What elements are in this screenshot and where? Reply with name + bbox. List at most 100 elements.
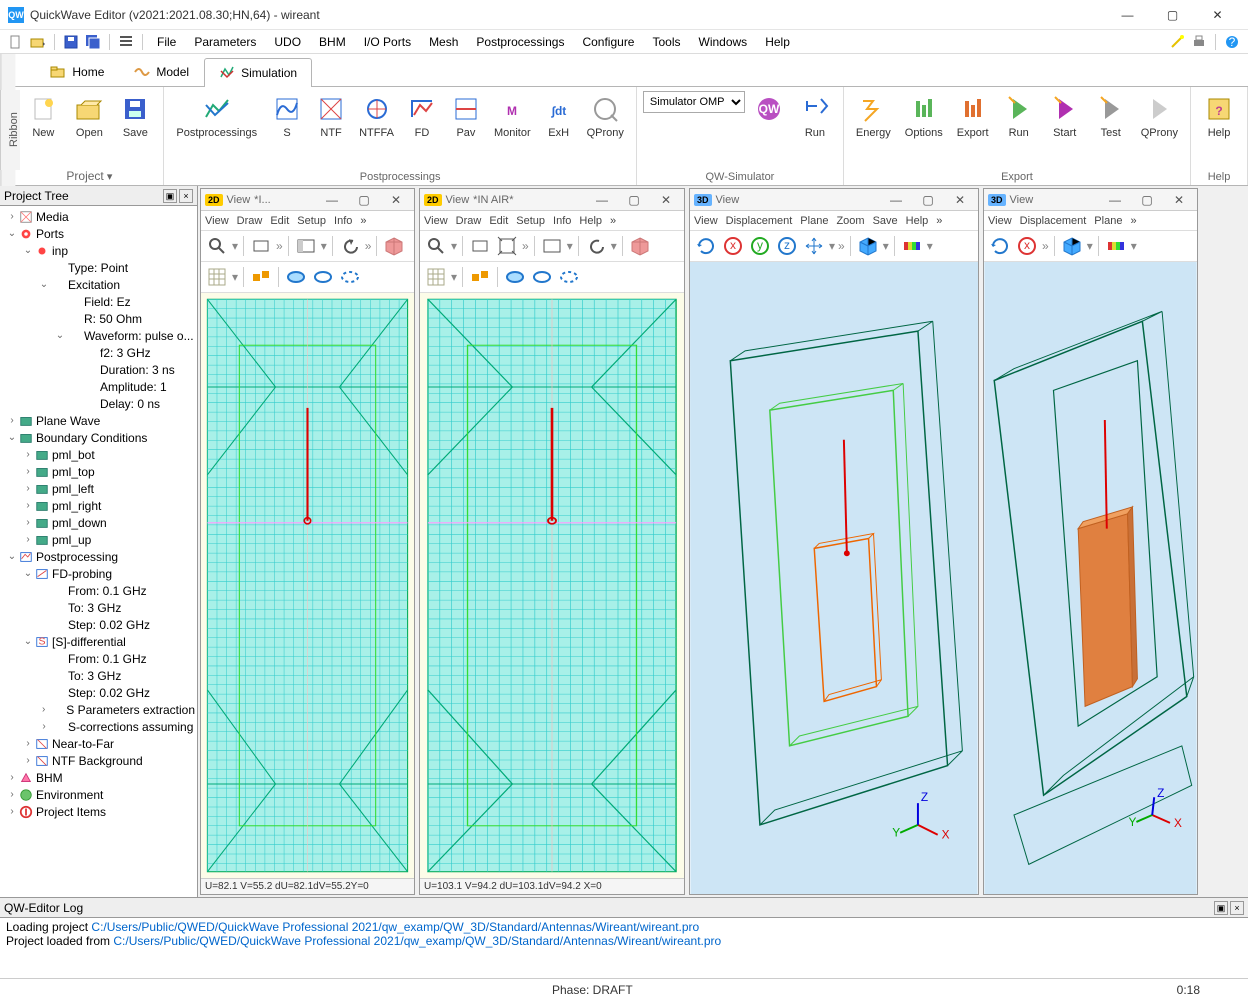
fd-button[interactable]: FD bbox=[400, 91, 444, 141]
undo-icon[interactable] bbox=[338, 234, 362, 258]
tree-node[interactable]: To: 3 GHz bbox=[2, 599, 195, 616]
view-canvas[interactable]: XYZ bbox=[690, 262, 978, 894]
qprony-button[interactable]: QProny bbox=[1135, 91, 1184, 141]
view-menu-more[interactable]: » bbox=[610, 215, 616, 227]
tree-node[interactable]: ⌄Boundary Conditions bbox=[2, 429, 195, 446]
z-axis-icon[interactable]: z bbox=[775, 234, 799, 258]
tree-node[interactable]: ›pml_left bbox=[2, 480, 195, 497]
rotate-icon[interactable] bbox=[988, 234, 1012, 258]
qprony-button[interactable]: QProny bbox=[581, 91, 630, 141]
simulator-select[interactable]: Simulator OMP bbox=[643, 91, 745, 113]
menu-bhm[interactable]: BHM bbox=[311, 33, 354, 51]
view-menu-setup[interactable]: Setup bbox=[516, 215, 545, 227]
view-menu-zoom[interactable]: Zoom bbox=[836, 215, 864, 227]
test-button[interactable]: Test bbox=[1089, 91, 1133, 141]
tree-node[interactable]: Amplitude: 1 bbox=[2, 378, 195, 395]
ribbon-tab-home[interactable]: Home bbox=[35, 57, 119, 86]
shapes-icon[interactable] bbox=[249, 265, 273, 289]
view-menu-help[interactable]: Help bbox=[579, 215, 602, 227]
tree-node[interactable]: ›Project Items bbox=[2, 803, 195, 820]
save-icon[interactable] bbox=[63, 34, 79, 50]
view-canvas[interactable]: XYZ bbox=[984, 262, 1197, 894]
y-axis-icon[interactable]: y bbox=[748, 234, 772, 258]
menu-udo[interactable]: UDO bbox=[266, 33, 309, 51]
tree-node[interactable]: Delay: 0 ns bbox=[2, 395, 195, 412]
tree-node[interactable]: ›Plane Wave bbox=[2, 412, 195, 429]
help-button[interactable]: ? Help bbox=[1197, 91, 1241, 141]
tree-node[interactable]: ›pml_up bbox=[2, 531, 195, 548]
view-titlebar[interactable]: 3DView—▢✕ bbox=[690, 189, 978, 211]
fit-icon[interactable] bbox=[495, 234, 519, 258]
tree-node[interactable]: Step: 0.02 GHz bbox=[2, 616, 195, 633]
new-file-icon[interactable] bbox=[8, 34, 24, 50]
view-menu-displacement[interactable]: Displacement bbox=[726, 215, 793, 227]
ntf-button[interactable]: NTF bbox=[309, 91, 353, 141]
ellipse3-icon[interactable] bbox=[338, 265, 362, 289]
zoom-icon[interactable] bbox=[205, 234, 229, 258]
ellipse3-icon[interactable] bbox=[557, 265, 581, 289]
view-menu-displacement[interactable]: Displacement bbox=[1020, 215, 1087, 227]
tree-node[interactable]: ⌄S[S]-differential bbox=[2, 633, 195, 650]
undo-icon[interactable] bbox=[584, 234, 608, 258]
cube-icon[interactable] bbox=[382, 234, 406, 258]
rect-icon[interactable] bbox=[249, 234, 273, 258]
view-max-button[interactable]: ▢ bbox=[914, 193, 942, 207]
x-axis-icon[interactable]: x bbox=[721, 234, 745, 258]
x-axis-icon[interactable]: x bbox=[1015, 234, 1039, 258]
start-button[interactable]: Start bbox=[1043, 91, 1087, 141]
ribbon-vertical-label[interactable]: Ribbon bbox=[0, 90, 20, 170]
tree-node[interactable]: ›Media bbox=[2, 208, 195, 225]
view-menu-plane[interactable]: Plane bbox=[800, 215, 828, 227]
view-titlebar[interactable]: 2DView*I...—▢✕ bbox=[201, 189, 414, 211]
tree-node[interactable]: From: 0.1 GHz bbox=[2, 650, 195, 667]
view-close-button[interactable]: ✕ bbox=[382, 193, 410, 207]
menu-tools[interactable]: Tools bbox=[644, 33, 688, 51]
view-min-button[interactable]: — bbox=[1101, 193, 1129, 207]
tree-node[interactable]: ›pml_down bbox=[2, 514, 195, 531]
view-menu-view[interactable]: View bbox=[694, 215, 718, 227]
view-menu-view[interactable]: View bbox=[424, 215, 448, 227]
tree-node[interactable]: ⌄Excitation bbox=[2, 276, 195, 293]
ribbon-tab-simulation[interactable]: Simulation bbox=[204, 58, 312, 87]
view-canvas[interactable] bbox=[201, 293, 414, 878]
move-icon[interactable] bbox=[802, 234, 826, 258]
view-menu-edit[interactable]: Edit bbox=[489, 215, 508, 227]
view-menu-save[interactable]: Save bbox=[873, 215, 898, 227]
export-button[interactable]: Export bbox=[951, 91, 995, 141]
menu-file[interactable]: File bbox=[149, 33, 184, 51]
save-button[interactable]: Save bbox=[113, 91, 157, 141]
view-menu-view[interactable]: View bbox=[988, 215, 1012, 227]
ellipse1-icon[interactable] bbox=[503, 265, 527, 289]
tree-node[interactable]: ⌄FD-probing bbox=[2, 565, 195, 582]
view-menu-more[interactable]: » bbox=[1130, 215, 1136, 227]
tree-node[interactable]: ⌄Waveform: pulse o... bbox=[2, 327, 195, 344]
save-all-icon[interactable] bbox=[85, 34, 101, 50]
minimize-button[interactable]: — bbox=[1105, 0, 1150, 30]
new-button[interactable]: New bbox=[21, 91, 65, 141]
qw-icon-button[interactable]: QW bbox=[747, 91, 791, 141]
view-canvas[interactable] bbox=[420, 293, 684, 878]
tree-node[interactable]: To: 3 GHz bbox=[2, 667, 195, 684]
view-menu-info[interactable]: Info bbox=[553, 215, 571, 227]
view-menu-more[interactable]: » bbox=[360, 215, 366, 227]
project-tree[interactable]: ›Media⌄Ports⌄inpType: Point⌄ExcitationFi… bbox=[0, 206, 197, 897]
cube-icon[interactable] bbox=[628, 234, 652, 258]
cube3d-icon[interactable] bbox=[1060, 234, 1084, 258]
view-menu-info[interactable]: Info bbox=[334, 215, 352, 227]
ntffa-button[interactable]: NTFFA bbox=[353, 91, 400, 141]
menu-postprocessings[interactable]: Postprocessings bbox=[468, 33, 572, 51]
ribbon-tab-model[interactable]: Model bbox=[119, 57, 204, 86]
log-close-button[interactable]: × bbox=[1230, 901, 1244, 915]
panel-close-button[interactable]: × bbox=[179, 189, 193, 203]
open-button[interactable]: Open bbox=[67, 91, 111, 141]
monitor-button[interactable]: MMonitor bbox=[488, 91, 537, 141]
s-button[interactable]: S bbox=[265, 91, 309, 141]
palette-icon[interactable] bbox=[900, 234, 924, 258]
rect-icon[interactable] bbox=[468, 234, 492, 258]
view-close-button[interactable]: ✕ bbox=[946, 193, 974, 207]
zoom-icon[interactable] bbox=[424, 234, 448, 258]
tree-node[interactable]: f2: 3 GHz bbox=[2, 344, 195, 361]
shapes-icon[interactable] bbox=[468, 265, 492, 289]
tree-node[interactable]: Step: 0.02 GHz bbox=[2, 684, 195, 701]
tree-node[interactable]: ⌄Postprocessing bbox=[2, 548, 195, 565]
